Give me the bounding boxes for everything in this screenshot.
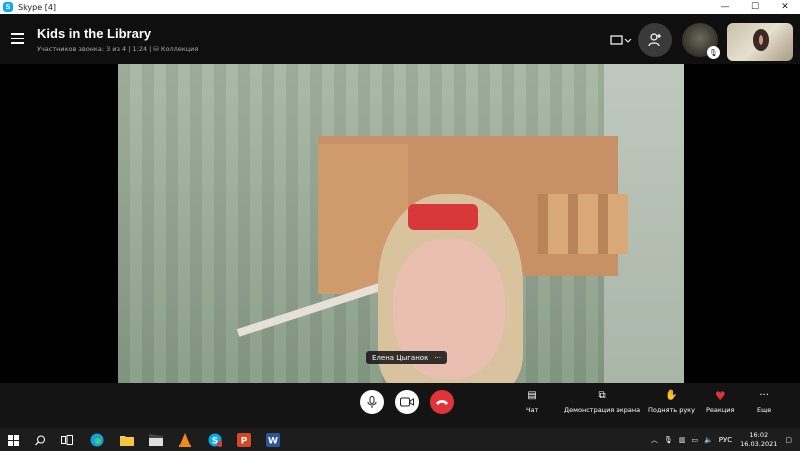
- screen-share-label: Демонстрация экрана: [564, 406, 641, 414]
- chat-icon: ▤: [527, 390, 537, 401]
- participant-menu-icon[interactable]: ···: [434, 354, 441, 362]
- vlc-icon[interactable]: [177, 432, 193, 448]
- menu-icon[interactable]: [11, 33, 24, 44]
- word-icon[interactable]: W: [265, 432, 281, 448]
- reaction-label: Реакция: [706, 406, 735, 414]
- search-icon[interactable]: [32, 432, 48, 448]
- window-title: Skype [4]: [18, 2, 57, 12]
- explorer-icon[interactable]: [119, 432, 135, 448]
- start-icon[interactable]: [5, 432, 21, 448]
- clock[interactable]: 16:02 16.03.2021: [740, 431, 777, 449]
- main-video-feed[interactable]: [118, 64, 684, 383]
- add-person-icon[interactable]: [638, 23, 672, 57]
- skype-icon[interactable]: S: [207, 432, 223, 448]
- call-toolbar: ▤ Чат ⧉ Демонстрация экрана ✋ Поднять ру…: [0, 383, 800, 428]
- powerpoint-icon[interactable]: P: [236, 432, 252, 448]
- chat-button[interactable]: ▤ Чат: [526, 389, 538, 414]
- self-video-thumbnail[interactable]: [727, 23, 793, 61]
- call-title: Kids in the Library: [37, 26, 152, 41]
- network-icon[interactable]: ▥: [679, 436, 686, 444]
- language-indicator[interactable]: РУС: [719, 436, 732, 444]
- more-icon: ···: [759, 390, 769, 401]
- minimize-button[interactable]: —: [710, 0, 740, 14]
- windows-taskbar: S P W ︿ 🎙 ▥ ▭ 🔈 РУС 16:02 16.03.2021 ▢: [0, 428, 800, 451]
- video-shelf: [538, 194, 628, 254]
- participant-name: Елена Цыганок: [372, 353, 429, 362]
- screen-share-button[interactable]: ⧉ Демонстрация экрана: [564, 389, 640, 414]
- svg-text:P: P: [241, 437, 248, 447]
- heart-icon: ♥: [714, 389, 726, 403]
- more-button[interactable]: ··· Еще: [757, 389, 771, 414]
- maximize-button[interactable]: ☐: [740, 0, 770, 14]
- participant-name-tag[interactable]: Елена Цыганок ···: [366, 351, 447, 364]
- clock-date: 16.03.2021: [740, 439, 778, 448]
- window-titlebar: S Skype [4] — ☐ ✕: [0, 0, 800, 14]
- close-button[interactable]: ✕: [770, 0, 800, 14]
- chat-label: Чат: [526, 406, 539, 414]
- window-controls: — ☐ ✕: [710, 0, 800, 14]
- mic-button[interactable]: [360, 390, 384, 414]
- edge-icon[interactable]: [89, 432, 105, 448]
- raise-hand-icon: ✋: [665, 390, 678, 401]
- mic-tray-icon[interactable]: 🎙: [664, 436, 673, 444]
- video-pipe: [236, 282, 382, 337]
- system-tray: ︿ 🎙 ▥ ▭ 🔈 РУС 16:02 16.03.2021 ▢: [651, 430, 792, 449]
- task-view-icon[interactable]: [59, 432, 75, 448]
- hangup-button[interactable]: [430, 390, 454, 414]
- clapper-icon[interactable]: [148, 432, 164, 448]
- video-stage: S: [0, 64, 800, 436]
- participant-avatar[interactable]: 🎙: [682, 23, 720, 59]
- thumbnail-face: [753, 29, 769, 51]
- raise-hand-button[interactable]: ✋ Поднять руку: [648, 389, 695, 414]
- skype-app-icon: S: [3, 2, 13, 12]
- call-subtitle[interactable]: Участников звонка: 3 из 4 | 1:24 | ⛁ Кол…: [37, 45, 198, 53]
- more-label: Еще: [757, 406, 772, 414]
- mic-icon: 🎙: [707, 46, 720, 59]
- volume-icon[interactable]: 🔈: [704, 436, 713, 444]
- call-header: Kids in the Library Участников звонка: 3…: [0, 14, 800, 64]
- chevron-up-icon[interactable]: ︿: [651, 435, 658, 445]
- video-bow: [408, 204, 478, 230]
- video-button[interactable]: [395, 390, 419, 414]
- reaction-button[interactable]: ♥ Реакция: [706, 389, 734, 414]
- raise-hand-label: Поднять руку: [648, 406, 695, 414]
- notifications-icon[interactable]: ▢: [785, 436, 792, 444]
- screen-share-icon: ⧉: [598, 390, 606, 401]
- battery-icon[interactable]: ▭: [691, 436, 698, 444]
- clock-time: 16:02: [749, 430, 769, 439]
- svg-text:W: W: [268, 437, 278, 447]
- layout-icon[interactable]: [610, 34, 632, 46]
